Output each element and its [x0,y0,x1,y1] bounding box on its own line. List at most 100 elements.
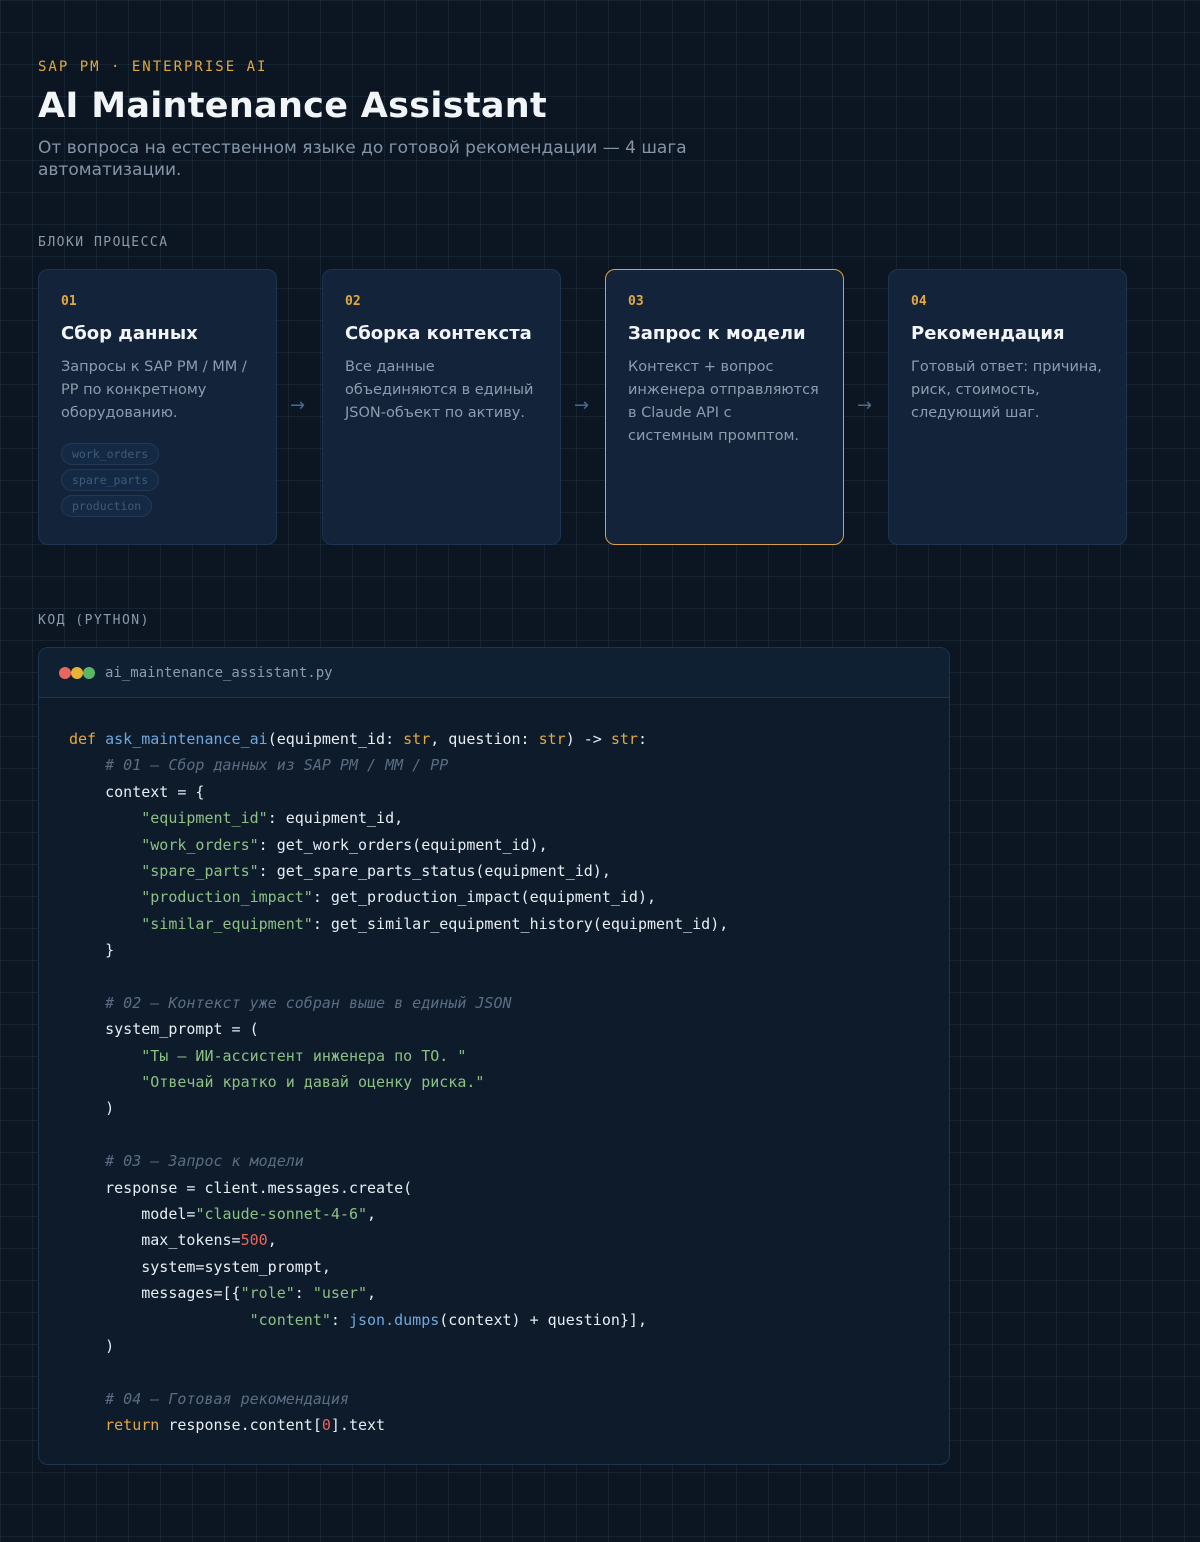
code-line: "equipment_id": equipment_id, [69,805,949,831]
code-line: ) [69,1095,949,1121]
code-line: "similar_equipment": get_similar_equipme… [69,911,949,937]
step-title: Сбор данных [61,323,198,344]
code-token: ].text [330,1416,386,1435]
code-token: "similar_equipment" [141,914,313,933]
tag-production: production [61,495,153,517]
code-token: model= [69,1205,196,1224]
code-token: : get_production_impact(equipment_id), [312,888,657,907]
step-description: Готовый ответ: причина, риск, стоимость,… [911,359,1102,421]
window-close-dot-icon[interactable] [59,666,71,679]
code-filename: ai_maintenance_assistant.py [105,664,333,681]
code-token: 500 [240,1231,268,1250]
arrow-right-icon: → [574,395,590,416]
code-token: "claude-sonnet-4-6" [195,1205,368,1224]
code-token: # 04 — Готовая рекомендация [105,1389,349,1408]
code-token: ask_maintenance_ai [105,730,268,748]
code-line: model="claude-sonnet-4-6", [69,1201,949,1227]
eyebrow-label: SAP PM · ENTERPRISE AI [38,59,268,75]
code-token: "content" [249,1310,331,1329]
code-line: system=system_prompt, [69,1254,949,1280]
code-token: : equipment_id, [267,809,404,828]
step-number: 04 [911,294,927,309]
code-body[interactable]: def ask_maintenance_ai(equipment_id: str… [39,698,949,1439]
code-token: "work_orders" [141,835,259,854]
step-card-03[interactable]: 03 Запрос к модели Контекст + вопрос инж… [605,269,844,545]
code-line: def ask_maintenance_ai(equipment_id: str… [69,726,949,752]
code-token: # 02 — Контекст уже собран выше в единый… [105,993,512,1012]
code-token: 0 [321,1416,331,1435]
step-card-04[interactable]: 04 Рекомендация Готовый ответ: причина, … [888,269,1127,545]
code-line: "Отвечай кратко и давай оценку риска." [69,1069,949,1095]
code-line: "work_orders": get_work_orders(equipment… [69,832,949,858]
step-title: Сборка контекста [345,323,532,344]
window-minimize-dot-icon[interactable] [71,666,83,679]
code-token: system_prompt = ( [69,1020,259,1039]
code-token: def [69,730,106,748]
arrow-right-icon: → [290,395,306,416]
code-line: "spare_parts": get_spare_parts_status(eq… [69,858,949,884]
code-token: context = { [69,782,205,801]
window-maximize-dot-icon[interactable] [83,666,95,679]
code-token: str [610,730,638,748]
code-line: messages=[{"role": "user", [69,1280,949,1306]
code-token: messages=[{ [69,1284,241,1303]
code-line: # 03 — Запрос к модели [69,1148,949,1174]
step-number: 03 [628,294,644,309]
page-subtitle: От вопроса на естественном языке до гото… [38,138,687,180]
code-token: str [403,730,431,748]
step-title: Рекомендация [911,323,1065,344]
code-line: return response.content[0].text [69,1412,949,1438]
code-token: , [367,1205,377,1224]
code-line: # 04 — Готовая рекомендация [69,1386,949,1412]
page: SAP PM · ENTERPRISE AI AI Maintenance As… [0,0,1200,1542]
step-card-01[interactable]: 01 Сбор данных Запросы к SAP PM / MM / P… [38,269,277,545]
code-token: response = client.messages.create( [69,1178,413,1197]
step-description: Контекст + вопрос инженера отправляются … [628,359,819,444]
code-token: (equipment_id: [267,730,404,748]
code-line: context = { [69,779,949,805]
step-card-02[interactable]: 02 Сборка контекста Все данные объединяю… [322,269,561,545]
code-token: return [105,1416,160,1435]
step-description: Запросы к SAP PM / MM / PP по конкретном… [61,359,247,421]
code-line: # 01 — Сбор данных из SAP PM / MM / PP [69,752,949,778]
code-token: "user" [312,1284,368,1303]
step-number: 01 [61,294,77,309]
code-token: : get_spare_parts_status(equipment_id), [258,861,611,880]
code-token: : [330,1310,349,1329]
step-title: Запрос к модели [628,323,806,344]
code-line: "production_impact": get_production_impa… [69,884,949,910]
code-line: system_prompt = ( [69,1016,949,1042]
code-line: # 02 — Контекст уже собран выше в единый… [69,990,949,1016]
code-token: "role" [240,1284,295,1303]
code-token: "equipment_id" [141,809,268,828]
code-line: "content": json.dumps(context) + questio… [69,1307,949,1333]
code-token: # 01 — Сбор данных из SAP PM / MM / PP [105,756,449,775]
arrow-right-icon: → [857,395,873,416]
code-token: : get_similar_equipment_history(equipmen… [312,914,729,933]
code-token: : [637,730,647,748]
code-line: max_tokens=500, [69,1227,949,1253]
code-panel-header: ai_maintenance_assistant.py [39,648,949,698]
code-token: ) -> [565,730,611,748]
step-number: 02 [345,294,361,309]
code-token: max_tokens= [69,1231,241,1250]
code-token: : get_work_orders(equipment_id), [258,835,548,854]
code-token: (context) + question}], [439,1310,647,1329]
code-line: "Ты — ИИ-ассистент инженера по ТО. " [69,1043,949,1069]
step-tags: work_orders spare_parts production [61,443,254,517]
code-section-label: КОД (PYTHON) [38,613,150,628]
code-line: response = client.messages.create( [69,1175,949,1201]
code-token: ) [69,1336,115,1355]
code-line: ) [69,1333,949,1359]
